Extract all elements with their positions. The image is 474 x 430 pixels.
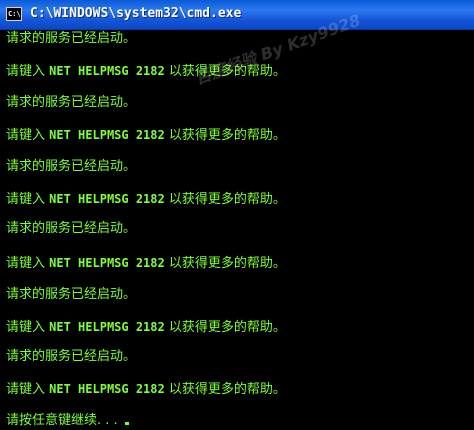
console-line: 请求的服务已经启动。 xyxy=(6,348,136,366)
console-line-text: 请求的服务已经启动。 xyxy=(6,95,137,110)
console-line: 请求的服务已经启动。 xyxy=(6,220,136,238)
console-line-text: 请求的服务已经启动。 xyxy=(6,221,137,236)
help-prefix: 请键入 xyxy=(6,256,50,271)
console-line: 请求的服务已经启动。 xyxy=(6,158,136,176)
cmd-icon: C:\ xyxy=(6,7,22,21)
cursor-icon xyxy=(124,422,129,425)
help-suffix: 以获得更多的帮助。 xyxy=(164,320,286,335)
help-code: NET HELPMSG 2182 xyxy=(49,128,165,142)
help-suffix: 以获得更多的帮助。 xyxy=(164,256,286,271)
window-title: C:\WINDOWS\system32\cmd.exe xyxy=(30,6,242,21)
console-line: 请键入 NET HELPMSG 2182 以获得更多的帮助。 xyxy=(6,380,286,398)
help-code: NET HELPMSG 2182 xyxy=(49,382,165,396)
console-prompt: 请按任意键继续. . . xyxy=(6,412,129,430)
prompt-text: 请按任意键继续. . . xyxy=(6,413,122,428)
help-code: NET HELPMSG 2182 xyxy=(49,320,165,334)
help-prefix: 请键入 xyxy=(6,192,50,207)
console-line: 请求的服务已经启动。 xyxy=(6,30,136,48)
title-bar[interactable]: C:\ C:\WINDOWS\system32\cmd.exe xyxy=(0,0,474,30)
console-line-text: 请求的服务已经启动。 xyxy=(6,349,137,364)
console-output[interactable]: 请求的服务已经启动。 请键入 NET HELPMSG 2182 以获得更多的帮助… xyxy=(0,30,474,430)
console-line: 请键入 NET HELPMSG 2182 以获得更多的帮助。 xyxy=(6,254,286,272)
help-prefix: 请键入 xyxy=(6,64,50,79)
help-code: NET HELPMSG 2182 xyxy=(49,64,165,78)
help-prefix: 请键入 xyxy=(6,128,50,143)
help-prefix: 请键入 xyxy=(6,320,50,335)
console-line: 请键入 NET HELPMSG 2182 以获得更多的帮助。 xyxy=(6,126,286,144)
console-line: 请求的服务已经启动。 xyxy=(6,94,136,112)
console-line: 请键入 NET HELPMSG 2182 以获得更多的帮助。 xyxy=(6,318,286,336)
help-suffix: 以获得更多的帮助。 xyxy=(164,192,286,207)
help-prefix: 请键入 xyxy=(6,382,50,397)
console-line: 请键入 NET HELPMSG 2182 以获得更多的帮助。 xyxy=(6,190,286,208)
console-line-text: 请求的服务已经启动。 xyxy=(6,31,137,46)
help-code: NET HELPMSG 2182 xyxy=(49,256,165,270)
cmd-window: C:\ C:\WINDOWS\system32\cmd.exe 请求的服务已经启… xyxy=(0,0,474,430)
help-suffix: 以获得更多的帮助。 xyxy=(164,382,286,397)
console-line: 请求的服务已经启动。 xyxy=(6,286,136,304)
console-line-text: 请求的服务已经启动。 xyxy=(6,159,137,174)
help-suffix: 以获得更多的帮助。 xyxy=(164,128,286,143)
console-line-text: 请求的服务已经启动。 xyxy=(6,287,137,302)
help-code: NET HELPMSG 2182 xyxy=(49,192,165,206)
